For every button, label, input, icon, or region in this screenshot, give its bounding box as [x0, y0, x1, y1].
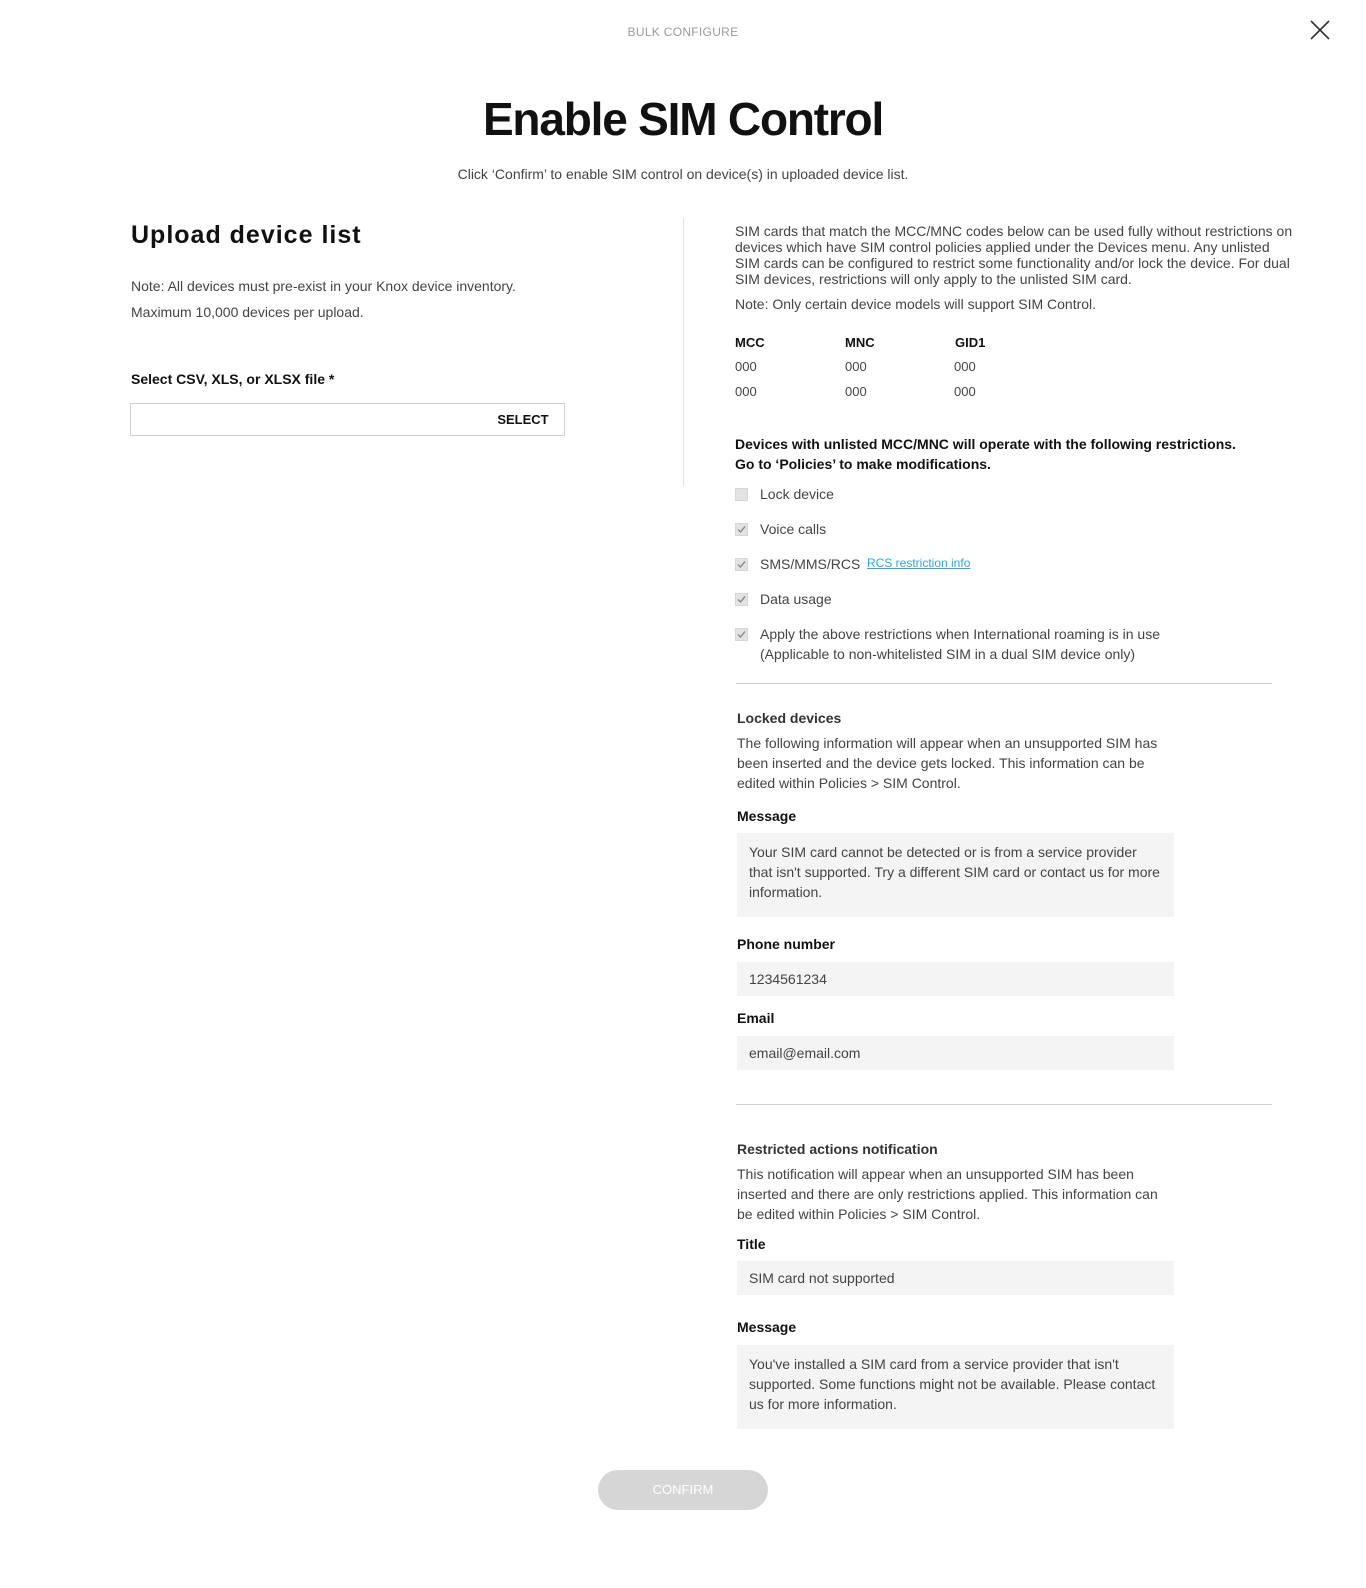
- email-label: Email: [737, 1010, 775, 1026]
- sms-mms-rcs-checkbox[interactable]: [735, 558, 748, 571]
- notification-message-label: Message: [737, 1319, 797, 1335]
- section-divider: [736, 683, 1272, 684]
- email-field[interactable]: email@email.com: [737, 1036, 1174, 1070]
- table-header-mnc: MNC: [845, 335, 875, 350]
- table-cell: 000: [845, 384, 867, 399]
- page-subtitle: Click ‘Confirm’ to enable SIM control on…: [457, 166, 909, 182]
- sim-model-note: Note: Only certain device models will su…: [735, 296, 1097, 312]
- data-usage-checkbox[interactable]: [735, 593, 748, 606]
- table-header-mcc: MCC: [735, 335, 765, 350]
- select-file-button[interactable]: SELECT: [482, 403, 564, 436]
- eyebrow-label: BULK CONFIGURE: [627, 25, 739, 39]
- data-usage-label: Data usage: [760, 591, 832, 607]
- sms-mms-rcs-label: SMS/MMS/RCS: [760, 556, 861, 572]
- check-icon: [737, 526, 746, 534]
- roaming-label-sub: (Applicable to non-whitelisted SIM in a …: [760, 646, 1136, 662]
- close-icon: [1310, 20, 1330, 40]
- phone-number-field[interactable]: 1234561234: [737, 962, 1174, 996]
- section-divider: [736, 1104, 1272, 1105]
- locked-message-field[interactable]: Your SIM card cannot be detected or is f…: [737, 833, 1174, 917]
- notification-title-field[interactable]: SIM card not supported: [737, 1261, 1174, 1295]
- lock-device-label: Lock device: [760, 486, 834, 502]
- roaming-label: Apply the above restrictions when Intern…: [760, 624, 1160, 664]
- upload-note-maximum: Maximum 10,000 devices per upload.: [131, 304, 364, 320]
- voice-calls-checkbox[interactable]: [735, 523, 748, 536]
- locked-devices-description: The following information will appear wh…: [737, 735, 1158, 791]
- check-icon: [737, 596, 746, 604]
- file-field-label: Select CSV, XLS, or XLSX file *: [131, 371, 335, 387]
- locked-message-label: Message: [737, 808, 797, 824]
- confirm-button[interactable]: CONFIRM: [598, 1470, 768, 1510]
- restrictions-heading-line2: Go to ‘Policies’ to make modifications.: [735, 456, 991, 472]
- lock-device-checkbox[interactable]: [735, 488, 748, 501]
- notification-description: This notification will appear when an un…: [737, 1166, 1158, 1222]
- table-cell: 000: [735, 384, 757, 399]
- locked-devices-title: Locked devices: [737, 710, 842, 726]
- table-cell: 000: [954, 384, 976, 399]
- restrictions-heading: Devices with unlisted MCC/MNC will opera…: [735, 434, 1236, 474]
- roaming-label-main: Apply the above restrictions when Intern…: [760, 626, 1160, 642]
- notification-message-field[interactable]: You've installed a SIM card from a servi…: [737, 1345, 1174, 1429]
- upload-note-inventory: Note: All devices must pre-exist in your…: [131, 278, 516, 294]
- table-cell: 000: [735, 359, 757, 374]
- upload-heading: Upload device list: [131, 221, 362, 249]
- roaming-checkbox[interactable]: [735, 628, 748, 641]
- page-title: Enable SIM Control: [482, 93, 884, 145]
- restrictions-heading-line1: Devices with unlisted MCC/MNC will opera…: [735, 436, 1236, 452]
- check-icon: [737, 631, 746, 639]
- notification-title: Restricted actions notification: [737, 1141, 938, 1157]
- rcs-restriction-info-link[interactable]: RCS restriction info: [867, 556, 970, 570]
- notification-title-label: Title: [737, 1236, 766, 1252]
- table-cell: 000: [845, 359, 867, 374]
- phone-number-label: Phone number: [737, 936, 836, 952]
- sim-intro-text: SIM cards that match the MCC/MNC codes b…: [735, 223, 1293, 287]
- close-button[interactable]: [1306, 16, 1334, 44]
- check-icon: [737, 561, 746, 569]
- voice-calls-label: Voice calls: [760, 521, 827, 537]
- table-cell: 000: [954, 359, 976, 374]
- table-header-gid1: GID1: [955, 335, 986, 350]
- column-divider: [683, 218, 684, 486]
